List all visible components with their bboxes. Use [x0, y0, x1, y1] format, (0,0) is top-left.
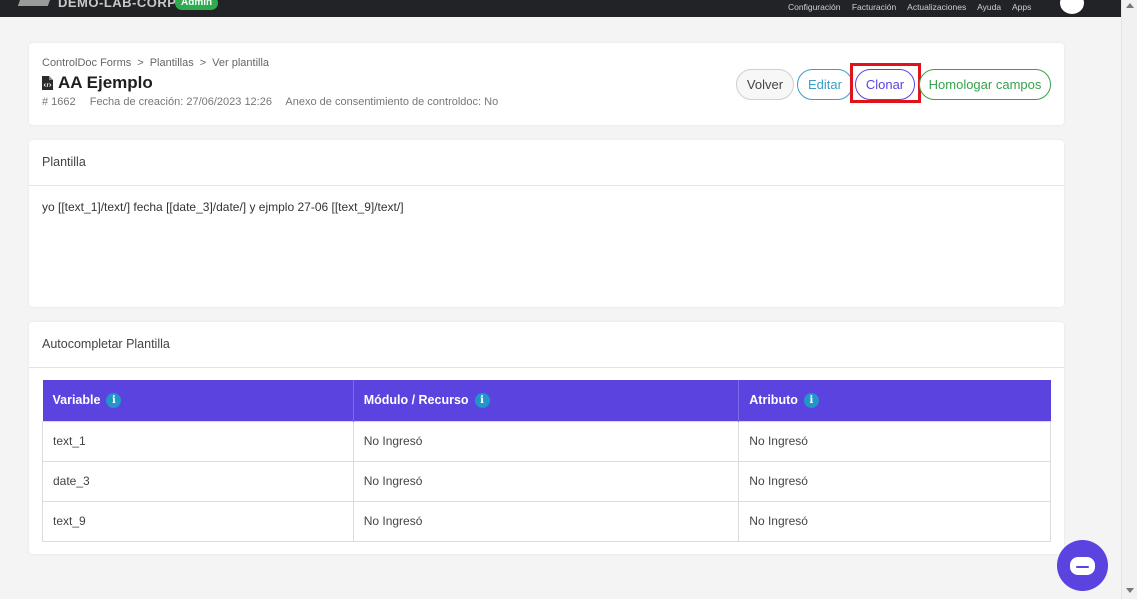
scroll-up-arrow-icon[interactable] — [1126, 3, 1134, 8]
info-icon[interactable]: i — [803, 392, 819, 408]
creation-date: Fecha de creación: 27/06/2023 12:26 — [89, 96, 272, 108]
homologate-fields-button[interactable]: Homologar campos — [919, 69, 1051, 100]
table-cell: text_1 — [42, 420, 354, 462]
template-header-card: ControlDoc Forms > Plantillas > Ver plantill… — [29, 43, 1064, 125]
autocomplete-card: Autocompletar Plantilla Variable i Módulo… — [29, 322, 1064, 554]
vertical-scrollbar[interactable] — [1121, 0, 1137, 599]
autocomplete-table: Variable i Módulo / Recurso i Atributo i te… — [42, 380, 1051, 542]
nav-apps[interactable]: Apps — [1012, 2, 1031, 12]
table-row: text_9 No Ingresó No Ingresó — [42, 500, 1051, 542]
template-heading: Plantilla — [29, 140, 1064, 186]
table-row: text_1 No Ingresó No Ingresó — [42, 420, 1051, 462]
breadcrumb: ControlDoc Forms > Plantillas > Ver plantill… — [42, 57, 269, 69]
table-cell: No Ingresó — [352, 420, 740, 462]
title-row: AA Ejemplo — [42, 73, 153, 93]
table-cell: No Ingresó — [352, 460, 740, 502]
breadcrumb-separator: > — [199, 57, 207, 69]
template-id: # 1662 — [42, 96, 76, 108]
column-label: Atributo — [749, 392, 798, 407]
clone-button[interactable]: Clonar — [855, 69, 915, 100]
column-attribute: Atributo i — [738, 380, 1051, 421]
top-nav: Configuración Facturación Actualizacione… — [788, 2, 1040, 12]
template-card: Plantilla yo [[text_1]/text/] fecha [[da… — [29, 140, 1064, 307]
table-cell: No Ingresó — [738, 420, 1051, 462]
edit-button[interactable]: Editar — [797, 69, 853, 100]
nav-ayuda[interactable]: Ayuda — [977, 2, 1001, 12]
page-title: AA Ejemplo — [58, 73, 153, 92]
top-navbar: DEMO-LAB-CORP Admin Configuración Factur… — [0, 0, 1121, 17]
template-meta: # 1662 Fecha de creación: 27/06/2023 12:… — [42, 96, 509, 108]
nav-configuracion[interactable]: Configuración — [788, 2, 840, 12]
back-button[interactable]: Volver — [736, 69, 794, 100]
table-cell: No Ingresó — [738, 500, 1051, 542]
column-label: Módulo / Recurso — [363, 392, 469, 407]
table-cell: No Ingresó — [352, 500, 740, 542]
org-name[interactable]: DEMO-LAB-CORP — [58, 0, 176, 10]
chat-button[interactable] — [1057, 540, 1108, 591]
breadcrumb-ver-plantilla: Ver plantilla — [212, 57, 270, 69]
column-variable: Variable i — [42, 380, 354, 421]
table-cell: date_3 — [42, 460, 354, 502]
column-module: Módulo / Recurso i — [353, 380, 740, 421]
table-row: date_3 No Ingresó No Ingresó — [42, 460, 1051, 502]
user-avatar[interactable] — [1060, 0, 1084, 14]
breadcrumb-separator: > — [137, 57, 144, 69]
role-badge: Admin — [175, 0, 219, 10]
autocomplete-heading: Autocompletar Plantilla — [29, 322, 1064, 368]
info-icon[interactable]: i — [106, 392, 122, 408]
table-cell: text_9 — [42, 500, 354, 542]
column-label: Variable — [52, 392, 101, 407]
template-body: yo [[text_1]/text/] fecha [[date_3]/date… — [42, 200, 404, 214]
consent-annex: Anexo de consentimiento de controldoc: N… — [285, 96, 499, 108]
breadcrumb-plantillas[interactable]: Plantillas — [150, 57, 194, 69]
breadcrumb-controldoc-forms[interactable]: ControlDoc Forms — [42, 57, 131, 69]
file-code-icon — [42, 76, 53, 90]
logo[interactable] — [17, 0, 53, 6]
chat-icon — [1070, 556, 1095, 575]
table-cell: No Ingresó — [738, 460, 1051, 502]
nav-facturacion[interactable]: Facturación — [852, 2, 896, 12]
nav-actualizaciones[interactable]: Actualizaciones — [907, 2, 966, 12]
scroll-down-arrow-icon[interactable] — [1126, 588, 1134, 593]
info-icon[interactable]: i — [474, 392, 490, 408]
